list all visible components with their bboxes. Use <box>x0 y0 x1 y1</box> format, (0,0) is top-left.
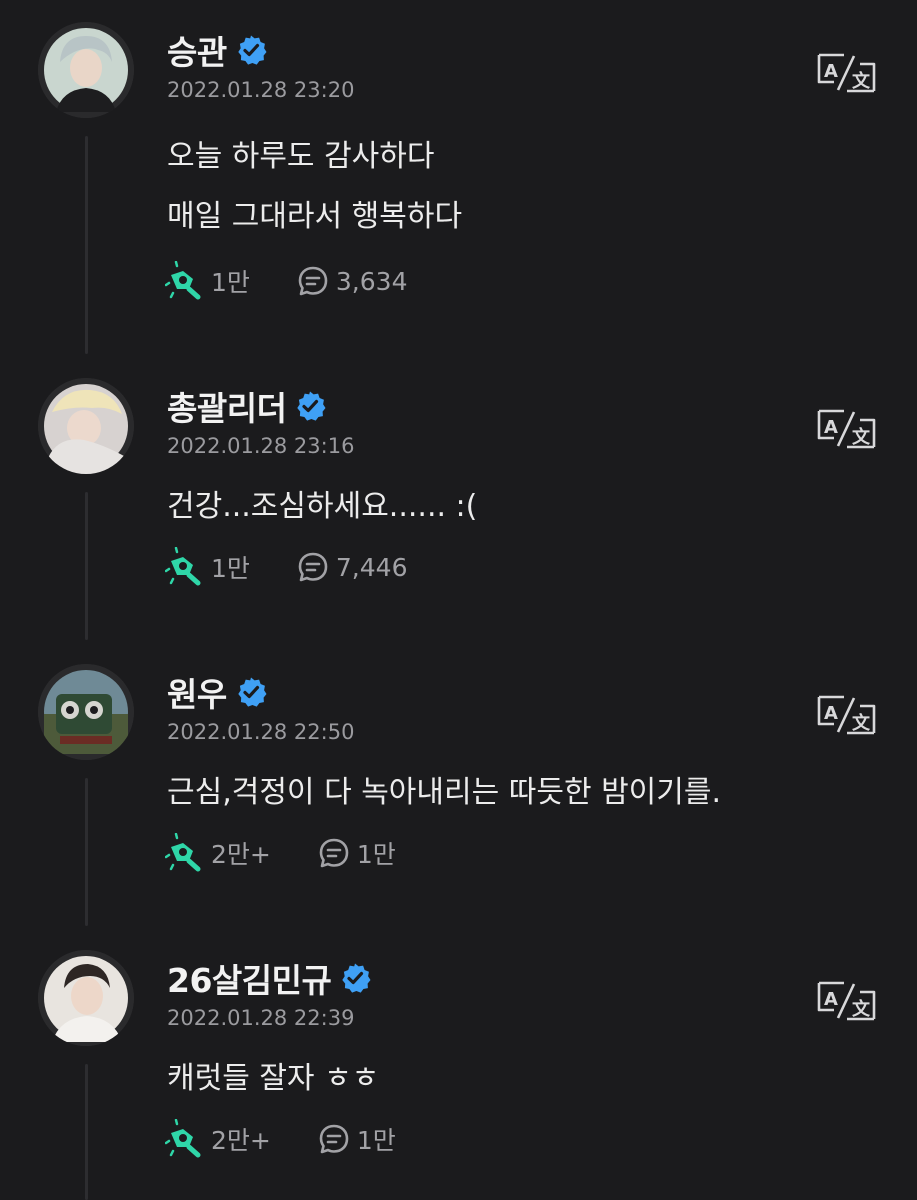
comment-count: 1만 <box>356 1126 396 1155</box>
svg-text:文: 文 <box>852 426 871 448</box>
comment-count: 1만 <box>356 840 396 869</box>
comment-count: 3,634 <box>335 266 408 296</box>
comment-bubble-icon <box>296 264 330 298</box>
like-count: 1만 <box>211 554 250 583</box>
verified-badge-icon <box>235 34 267 66</box>
author-name[interactable]: 총괄리더 <box>167 382 287 430</box>
svg-text:文: 文 <box>852 70 871 92</box>
post-item[interactable]: 총괄리더 2022.01.28 23:16 A 文 건강...조심하세요....… <box>0 356 917 642</box>
like-button[interactable]: 1만 <box>165 261 250 301</box>
author-avatar[interactable] <box>38 950 134 1046</box>
comment-button[interactable]: 1만 <box>317 1121 396 1157</box>
translate-icon: A 文 <box>817 695 876 735</box>
svg-text:A: A <box>824 989 838 1010</box>
like-count: 2만+ <box>211 1126 271 1155</box>
like-button[interactable]: 2만+ <box>165 1119 271 1159</box>
post-timestamp: 2022.01.28 23:16 <box>167 434 355 458</box>
comment-bubble-icon <box>317 1122 351 1156</box>
comment-button[interactable]: 1만 <box>317 835 396 871</box>
lightstick-like-icon <box>165 261 205 301</box>
thread-line <box>85 136 88 354</box>
author-avatar[interactable] <box>38 22 134 118</box>
like-count: 1만 <box>211 268 250 297</box>
post-timestamp: 2022.01.28 23:20 <box>167 78 355 102</box>
svg-text:A: A <box>824 417 838 438</box>
translate-icon: A 文 <box>817 409 876 449</box>
svg-text:A: A <box>824 703 838 724</box>
comment-bubble-icon <box>317 836 351 870</box>
post-body-line: 근심,걱정이 다 녹아내리는 따듯한 밤이기를. <box>167 775 722 810</box>
comment-button[interactable]: 3,634 <box>296 264 408 298</box>
author-name[interactable]: 26살김민규 <box>167 954 332 1002</box>
translate-button[interactable]: A 文 <box>816 980 878 1022</box>
translate-button[interactable]: A 文 <box>816 694 878 736</box>
verified-badge-icon <box>339 962 371 994</box>
lightstick-like-icon <box>165 833 205 873</box>
post-item[interactable]: 승관 2022.01.28 23:20 A 文 오늘 하루도 감사하다 매일 그… <box>0 0 917 356</box>
svg-text:文: 文 <box>852 998 871 1020</box>
like-count: 2만+ <box>211 840 271 869</box>
comment-count: 7,446 <box>335 552 408 582</box>
post-item[interactable]: 원우 2022.01.28 22:50 A 文 근심,걱정이 다 녹아내리는 따… <box>0 642 917 928</box>
comment-button[interactable]: 7,446 <box>296 550 408 584</box>
post-timestamp: 2022.01.28 22:50 <box>167 720 355 744</box>
thread-line <box>85 1064 88 1200</box>
comment-bubble-icon <box>296 550 330 584</box>
svg-text:文: 文 <box>852 712 871 734</box>
lightstick-like-icon <box>165 1119 205 1159</box>
translate-icon: A 文 <box>817 981 876 1021</box>
post-body-line: 오늘 하루도 감사하다 <box>167 139 435 174</box>
translate-button[interactable]: A 文 <box>816 408 878 450</box>
author-avatar[interactable] <box>38 664 134 760</box>
translate-button[interactable]: A 文 <box>816 52 878 94</box>
verified-badge-icon <box>294 390 326 422</box>
post-body-line: 캐럿들 잘자 ㅎㅎ <box>167 1061 380 1096</box>
thread-line <box>85 778 88 926</box>
post-body-line: 매일 그대라서 행복하다 <box>167 199 463 234</box>
post-timestamp: 2022.01.28 22:39 <box>167 1006 355 1030</box>
like-button[interactable]: 1만 <box>165 547 250 587</box>
svg-text:A: A <box>824 61 838 82</box>
author-name[interactable]: 원우 <box>167 668 227 716</box>
post-item[interactable]: 26살김민규 2022.01.28 22:39 A 文 캐럿들 잘자 ㅎㅎ 2만… <box>0 928 917 1200</box>
author-avatar[interactable] <box>38 378 134 474</box>
post-body-line: 건강...조심하세요...... :( <box>167 489 478 524</box>
thread-line <box>85 492 88 640</box>
comment-feed: 승관 2022.01.28 23:20 A 文 오늘 하루도 감사하다 매일 그… <box>0 0 917 1200</box>
like-button[interactable]: 2만+ <box>165 833 271 873</box>
verified-badge-icon <box>235 676 267 708</box>
lightstick-like-icon <box>165 547 205 587</box>
author-name[interactable]: 승관 <box>167 26 227 74</box>
translate-icon: A 文 <box>817 53 876 93</box>
